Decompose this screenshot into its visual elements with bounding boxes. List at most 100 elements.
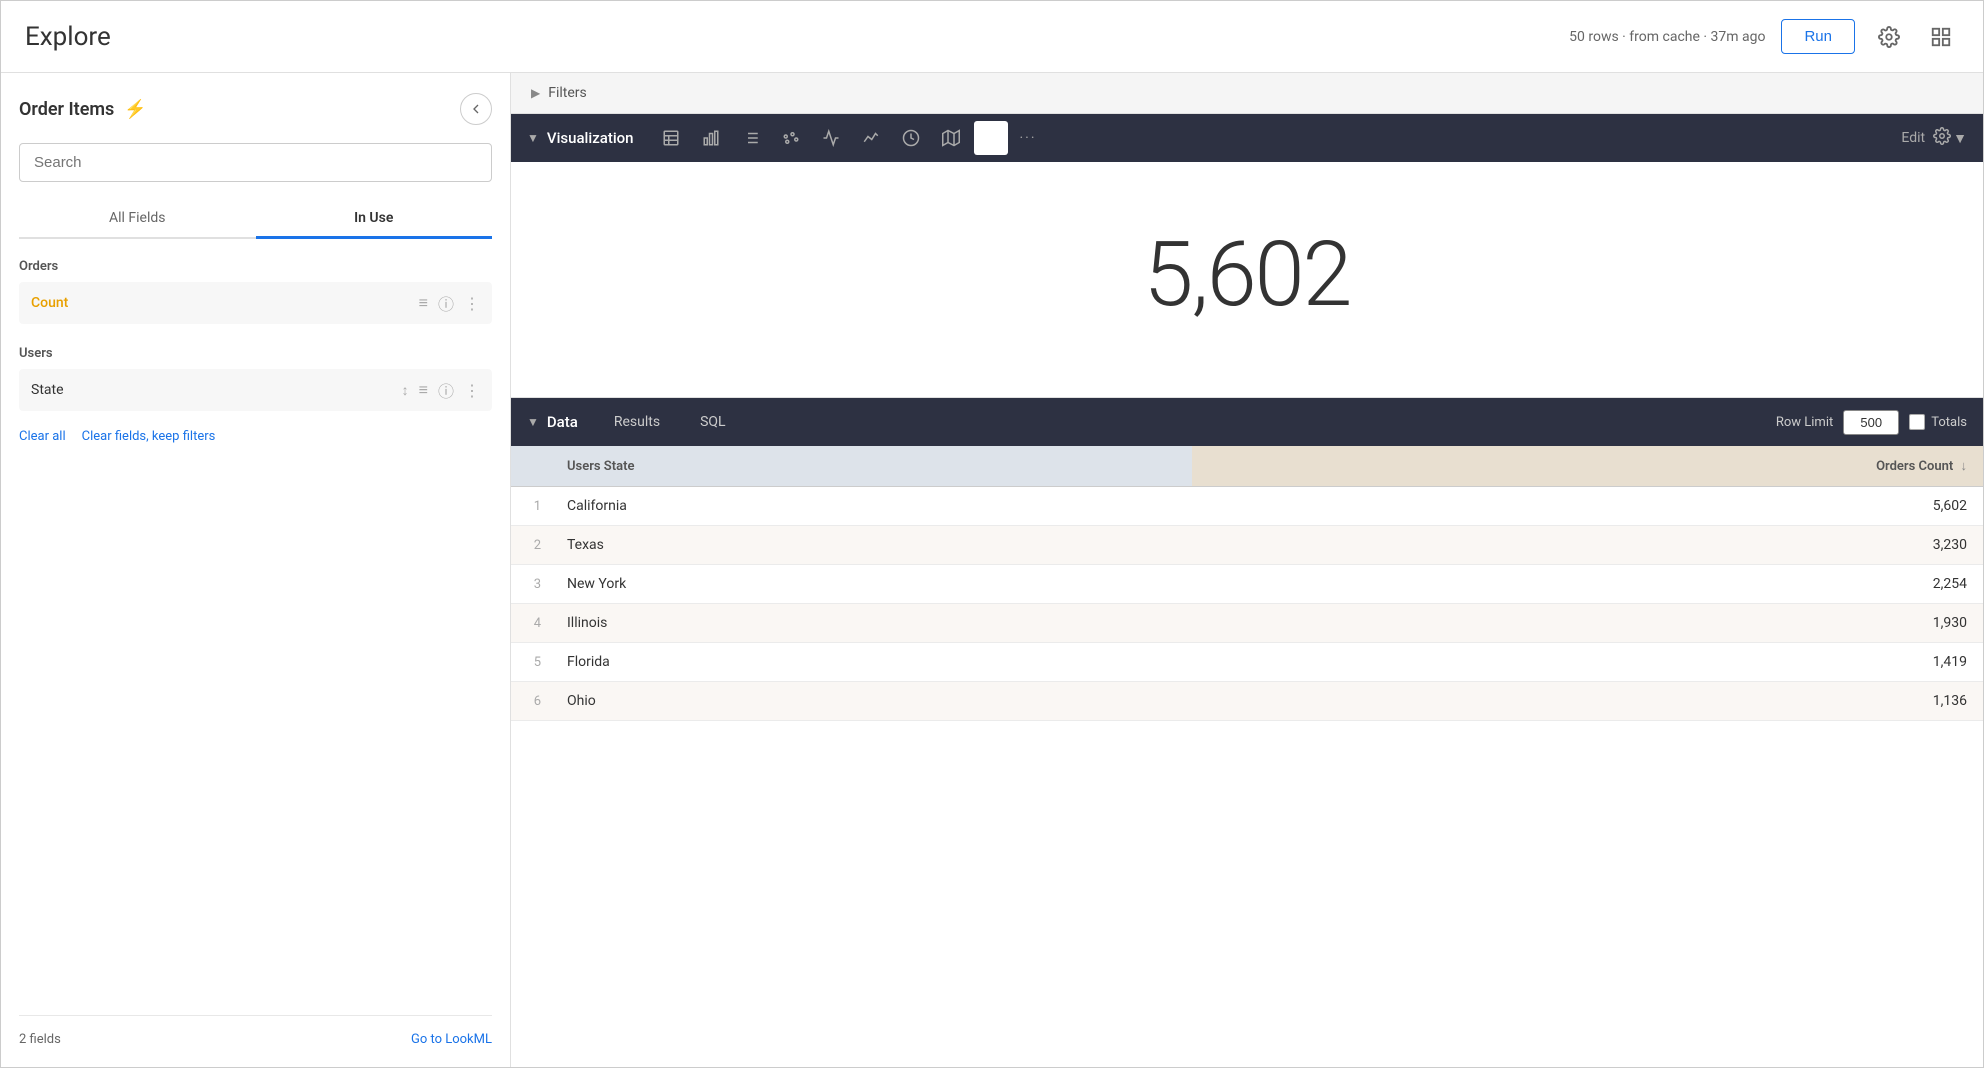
- viz-tool-line[interactable]: [814, 121, 848, 155]
- clear-links: Clear all Clear fields, keep filters: [19, 429, 492, 444]
- totals-label: Totals: [1931, 415, 1967, 430]
- data-table: Users State Orders Count ↓ 1 California …: [511, 446, 1983, 1067]
- number-icon: 6: [977, 127, 1005, 149]
- info-icon[interactable]: ⓘ: [438, 291, 454, 315]
- users-section-label: Users: [19, 346, 492, 361]
- totals-checkbox[interactable]: [1909, 414, 1925, 430]
- filter-icon-state[interactable]: ≡: [419, 380, 428, 400]
- table-row: 4 Illinois 1,930: [511, 604, 1983, 643]
- data-tabs: Results SQL: [594, 400, 746, 444]
- users-section: Users State ↕ ≡ ⓘ ⋮: [19, 342, 492, 417]
- clear-fields-keep-filters-link[interactable]: Clear fields, keep filters: [82, 429, 216, 444]
- count-field-name: Count: [31, 295, 419, 311]
- data-label: Data: [547, 413, 578, 431]
- data-toolbar: ▼ Data Results SQL Row Limit: [511, 398, 1983, 446]
- header-right: 50 rows · from cache · 37m ago Run: [1569, 19, 1959, 55]
- more-icon-state[interactable]: ⋮: [464, 381, 480, 400]
- viz-content: 5,602: [511, 162, 1983, 397]
- clear-all-link[interactable]: Clear all: [19, 429, 66, 444]
- viz-tools: 6 ···: [654, 121, 1037, 155]
- row-num-cell: 3: [511, 565, 551, 604]
- count-cell: 3,230: [1192, 526, 1983, 565]
- settings-icon[interactable]: [1871, 19, 1907, 55]
- viz-tool-map[interactable]: [934, 121, 968, 155]
- filters-chevron-icon: ▶: [531, 86, 540, 100]
- viz-tool-clock[interactable]: [894, 121, 928, 155]
- main-content: Order Items ⚡ All Fields In Use: [1, 73, 1983, 1067]
- count-cell: 1,930: [1192, 604, 1983, 643]
- totals-checkbox-area[interactable]: Totals: [1909, 414, 1967, 430]
- count-cell: 2,254: [1192, 565, 1983, 604]
- sidebar-header: Order Items ⚡: [19, 93, 492, 125]
- search-input[interactable]: [19, 143, 492, 182]
- sidebar-title: Order Items ⚡: [19, 99, 147, 120]
- row-num-cell: 5: [511, 643, 551, 682]
- tab-all-fields[interactable]: All Fields: [19, 200, 256, 239]
- table-row: 1 California 5,602: [511, 487, 1983, 526]
- results-table: Users State Orders Count ↓ 1 California …: [511, 446, 1983, 721]
- state-cell: California: [551, 487, 1192, 526]
- viz-toggle-button[interactable]: ▼ Visualization: [527, 129, 634, 147]
- state-field[interactable]: State ↕ ≡ ⓘ ⋮: [19, 369, 492, 411]
- state-cell: Texas: [551, 526, 1192, 565]
- right-panel: ▶ Filters ▼ Visualization: [511, 73, 1983, 1067]
- grid-icon[interactable]: [1923, 19, 1959, 55]
- tab-results[interactable]: Results: [594, 400, 680, 444]
- visualization-section: ▼ Visualization: [511, 114, 1983, 398]
- viz-more-icon[interactable]: ···: [1020, 130, 1037, 146]
- row-num-cell: 6: [511, 682, 551, 721]
- top-header: Explore 50 rows · from cache · 37m ago R…: [1, 1, 1983, 73]
- col-header-users-state[interactable]: Users State: [551, 446, 1192, 487]
- viz-tool-bar[interactable]: [694, 121, 728, 155]
- viz-toolbar: ▼ Visualization: [511, 114, 1983, 162]
- sidebar-title-text: Order Items: [19, 99, 114, 120]
- state-field-name: State: [31, 382, 402, 398]
- sidebar: Order Items ⚡ All Fields In Use: [1, 73, 511, 1067]
- count-cell: 1,419: [1192, 643, 1983, 682]
- viz-edit-button[interactable]: Edit: [1901, 130, 1925, 146]
- col-header-rownum: [511, 446, 551, 487]
- row-num-cell: 1: [511, 487, 551, 526]
- viz-tool-scatter[interactable]: [774, 121, 808, 155]
- sort-icon[interactable]: ↕: [402, 382, 409, 399]
- count-cell: 5,602: [1192, 487, 1983, 526]
- field-tabs: All Fields In Use: [19, 200, 492, 239]
- cache-info: 50 rows · from cache · 37m ago: [1569, 29, 1765, 45]
- run-button[interactable]: Run: [1781, 19, 1855, 54]
- state-cell: Illinois: [551, 604, 1192, 643]
- viz-tool-table[interactable]: [654, 121, 688, 155]
- filters-bar[interactable]: ▶ Filters: [511, 73, 1983, 114]
- orders-section-label: Orders: [19, 259, 492, 274]
- more-icon[interactable]: ⋮: [464, 294, 480, 313]
- row-limit-area: Row Limit Totals: [1776, 410, 1967, 435]
- data-section: ▼ Data Results SQL Row Limit: [511, 398, 1983, 1067]
- filters-label: Filters: [548, 85, 587, 101]
- table-row: 2 Texas 3,230: [511, 526, 1983, 565]
- bolt-icon: ⚡: [124, 99, 146, 120]
- viz-settings-icon[interactable]: [1933, 127, 1951, 149]
- table-row: 5 Florida 1,419: [511, 643, 1983, 682]
- orders-section: Orders Count ≡ ⓘ ⋮: [19, 255, 492, 330]
- state-field-icons: ↕ ≡ ⓘ ⋮: [402, 378, 480, 402]
- viz-tool-list[interactable]: [734, 121, 768, 155]
- tab-sql[interactable]: SQL: [680, 400, 745, 444]
- row-num-cell: 2: [511, 526, 551, 565]
- table-row: 3 New York 2,254: [511, 565, 1983, 604]
- info-icon-state[interactable]: ⓘ: [438, 378, 454, 402]
- state-cell: New York: [551, 565, 1192, 604]
- data-chevron-icon: ▼: [527, 415, 539, 429]
- row-limit-input[interactable]: [1843, 410, 1899, 435]
- filter-icon[interactable]: ≡: [419, 293, 428, 313]
- count-field[interactable]: Count ≡ ⓘ ⋮: [19, 282, 492, 324]
- data-toggle-button[interactable]: ▼ Data: [527, 413, 578, 431]
- count-field-icons: ≡ ⓘ ⋮: [419, 291, 480, 315]
- collapse-sidebar-button[interactable]: [460, 93, 492, 125]
- sidebar-footer: 2 fields Go to LookML: [19, 1015, 492, 1047]
- go-to-lookml-link[interactable]: Go to LookML: [411, 1032, 492, 1047]
- viz-tool-area[interactable]: [854, 121, 888, 155]
- viz-tool-number[interactable]: 6: [974, 121, 1008, 155]
- state-cell: Ohio: [551, 682, 1192, 721]
- viz-settings-dropdown-icon[interactable]: ▼: [1953, 130, 1967, 147]
- tab-in-use[interactable]: In Use: [256, 200, 493, 239]
- col-header-orders-count[interactable]: Orders Count ↓: [1192, 446, 1983, 487]
